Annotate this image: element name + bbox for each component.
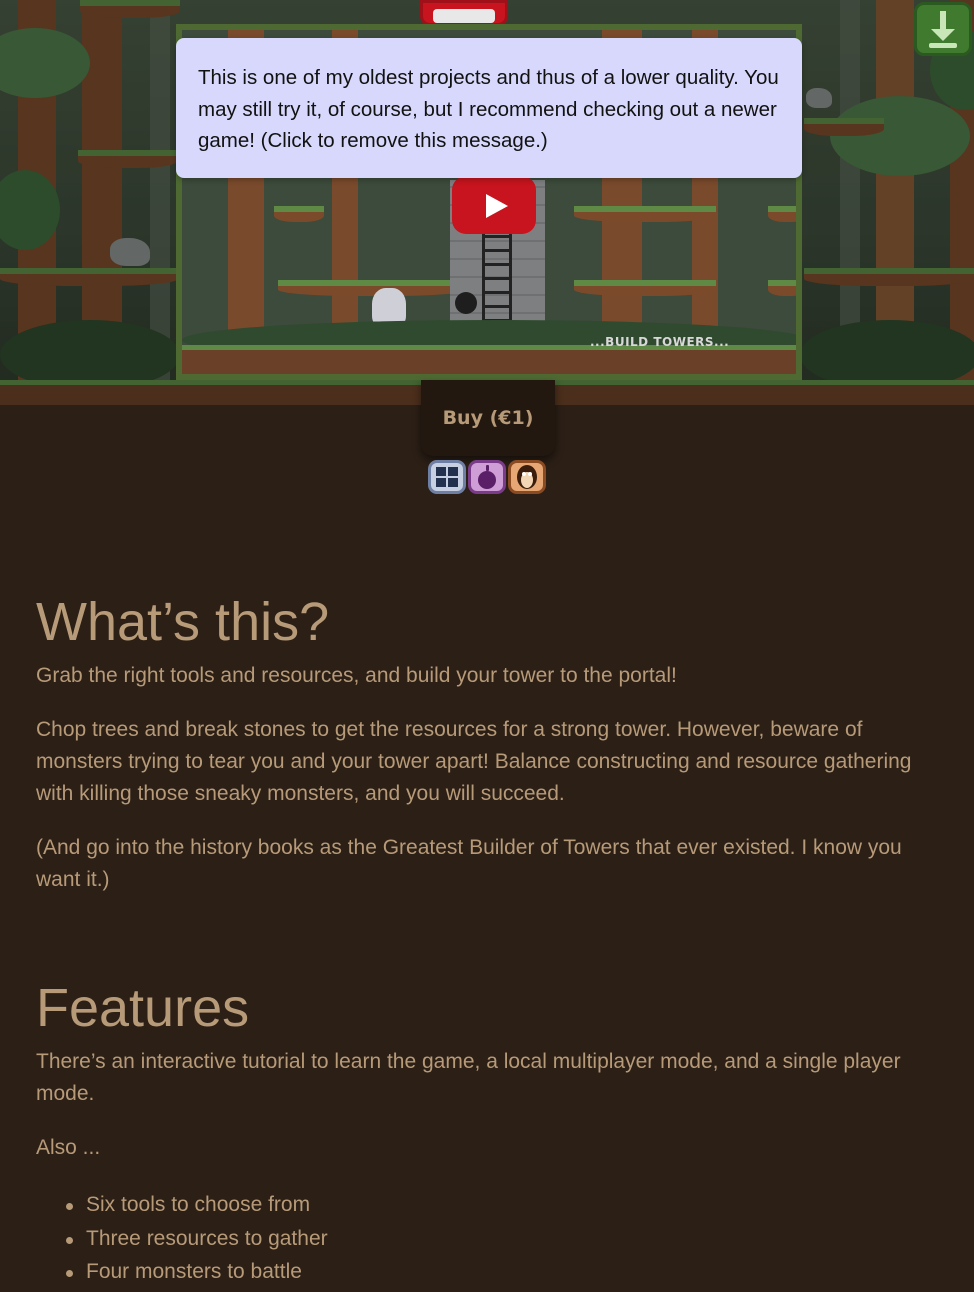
download-button[interactable] (914, 2, 972, 56)
top-tab[interactable] (420, 0, 508, 26)
buy-button[interactable]: Buy (€1) (421, 380, 555, 456)
video-caption: ...BUILD TOWERS... (590, 335, 730, 349)
bomb-sprite (455, 292, 477, 314)
features-list: Six tools to choose from Three resources… (66, 1188, 936, 1289)
windows-icon (428, 460, 466, 494)
features-paragraph-1: There’s an interactive tutorial to learn… (36, 1050, 901, 1105)
about-paragraph-1: Grab the right tools and resources, and … (36, 664, 677, 687)
about-heading: What’s this? (36, 592, 330, 652)
notice-text: This is one of my oldest projects and th… (198, 66, 779, 152)
main-content: What’s this? Grab the right tools and re… (36, 590, 936, 1289)
apple-icon (468, 460, 506, 494)
about-paragraph-3: (And go into the history books as the Gr… (36, 836, 902, 891)
features-paragraph-2: Also ... (36, 1136, 101, 1159)
list-item: Four monsters to battle (66, 1255, 936, 1289)
features-heading: Features (36, 978, 250, 1038)
list-item: Three resources to gather (66, 1222, 936, 1256)
list-item: Six tools to choose from (66, 1188, 936, 1222)
linux-penguin-icon (508, 460, 546, 494)
buy-label: Buy (€1) (442, 407, 534, 429)
play-button-icon[interactable] (452, 176, 536, 234)
download-arrow-icon (929, 11, 957, 48)
legacy-notice[interactable]: This is one of my oldest projects and th… (176, 38, 802, 178)
about-paragraph-2: Chop trees and break stones to get the r… (36, 718, 912, 805)
platform-icons (428, 460, 546, 494)
